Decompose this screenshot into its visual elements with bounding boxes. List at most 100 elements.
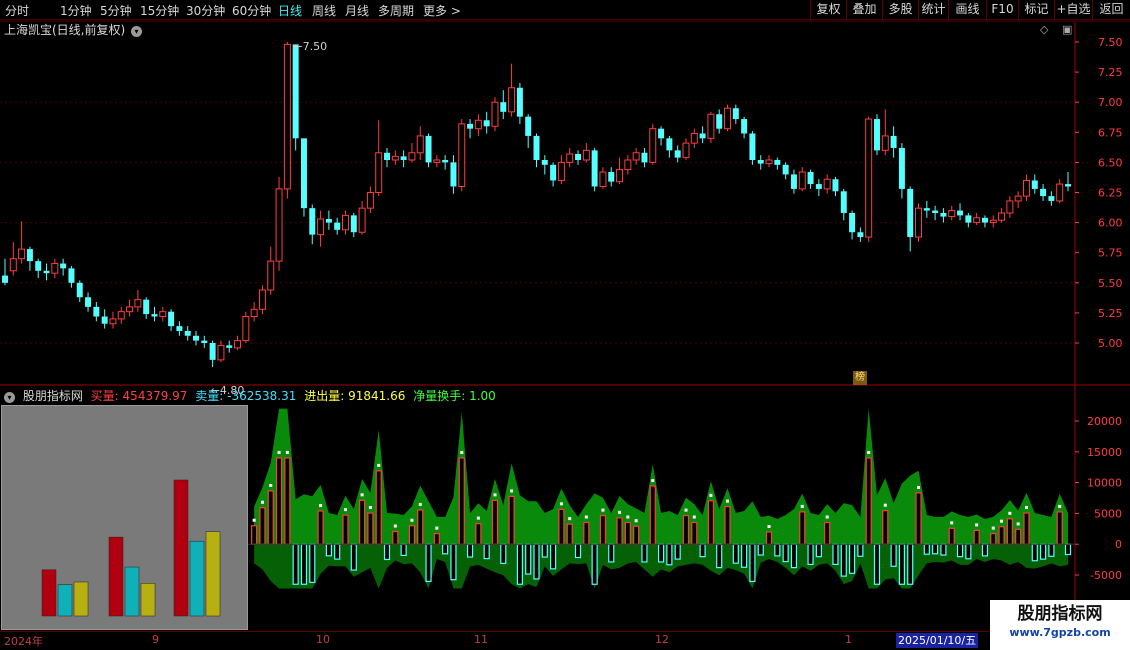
candle-body-down: [774, 159, 781, 165]
net-dot: [883, 503, 887, 507]
candle-body-down: [1040, 188, 1047, 197]
candle-body-down: [384, 152, 391, 160]
date-label-oct: 10: [316, 633, 330, 646]
mini-bar-panel: [1, 405, 248, 630]
buy-volume-bar: [491, 499, 499, 545]
candle-body-up: [1006, 200, 1014, 214]
candle-body-up: [416, 135, 424, 154]
candle-body-up: [126, 306, 134, 313]
net-dot: [626, 515, 630, 519]
sell-volume-bar: [782, 543, 789, 563]
buy-volume-bar: [973, 529, 980, 545]
sell-volume-bar: [757, 543, 764, 556]
sell-volume-bar: [325, 543, 332, 557]
net-dot: [726, 499, 730, 503]
sell-volume-bar: [674, 543, 681, 560]
candle-body-up: [491, 101, 499, 127]
buy-volume-bar: [251, 525, 258, 545]
candle-body-down: [184, 330, 191, 336]
buy-volume-bar: [392, 530, 399, 545]
candle-body-up: [649, 128, 657, 163]
candle-body-down: [226, 345, 233, 348]
price-tick-label: 7.00: [1098, 96, 1123, 109]
indicator-tick-label: 15000: [1087, 446, 1122, 459]
candle-body-down: [890, 135, 897, 148]
candle-body-down: [807, 172, 814, 185]
buy-volume-bar: [824, 521, 831, 545]
sell-volume-bar: [425, 543, 432, 583]
indicator-title-row: ▾ 股朋指标网 买量: 454379.97 卖量: -362538.31 进出量…: [4, 387, 500, 404]
chevron-down-icon[interactable]: ▾: [4, 392, 15, 403]
price-tick-label: 6.50: [1098, 156, 1123, 169]
candle-body-down: [741, 119, 748, 134]
candle-body-down: [757, 159, 764, 164]
candle-body-down: [193, 335, 199, 341]
net-dot: [634, 519, 638, 523]
buy-volume-bar: [998, 526, 1005, 545]
net-dot: [568, 517, 572, 521]
candle-body-up: [707, 113, 715, 139]
buy-volume-bar: [616, 517, 623, 545]
price-tick-label: 7.50: [1098, 36, 1123, 49]
buy-volume-bar: [599, 515, 607, 545]
net-dot: [360, 493, 364, 497]
candle-body-up: [765, 159, 773, 165]
sell-volume-bar: [1039, 543, 1047, 560]
indicator-tick-label: -5000: [1090, 569, 1122, 582]
sell-volume-bar: [873, 543, 881, 585]
sell-volume-bar: [774, 543, 781, 557]
buy-volume-bar: [682, 515, 690, 545]
date-label-2024: 2024年: [4, 635, 43, 648]
candle-body-up: [582, 149, 590, 161]
indicator-tick-label: 5000: [1094, 507, 1122, 520]
sell-volume-bar: [466, 543, 474, 558]
candle-body-down: [68, 268, 75, 283]
buy-volume-bar: [433, 533, 440, 545]
sell-volume-bar: [716, 543, 723, 569]
sell-volume-bar: [907, 543, 914, 585]
candle-body-down: [716, 114, 723, 129]
sell-volume-bar: [309, 543, 316, 583]
candle-body-down: [666, 138, 673, 151]
candle-body-up: [948, 210, 956, 218]
candle-body-up: [823, 178, 831, 190]
sell-volume-bar: [541, 543, 548, 558]
candle-body-down: [533, 135, 540, 160]
date-axis: 2024年 9 10 11 12 1 2025/01/10/五: [0, 631, 1130, 650]
turnover-value: 1.00: [469, 389, 496, 403]
date-cursor-label: 2025/01/10/五: [896, 633, 979, 648]
net-dot: [917, 485, 921, 489]
sell-volume-bar: [1064, 543, 1072, 556]
buy-volume-bar: [566, 523, 573, 545]
candle-body-down: [674, 150, 681, 158]
candle-body-up: [474, 119, 482, 130]
candle-body-up: [242, 316, 250, 342]
mini-bar: [57, 584, 73, 617]
candle-body-down: [143, 299, 150, 315]
sell-volume-bar: [807, 543, 814, 566]
candle-body-down: [26, 249, 33, 262]
candle-body-down: [832, 179, 839, 192]
candle-body-up: [682, 142, 690, 159]
watermark-title: 股朋指标网: [1017, 604, 1103, 624]
buy-volume-bar: [259, 507, 266, 545]
candle-body-up: [408, 152, 416, 161]
buy-volume-bar: [458, 457, 465, 545]
indicator-tick-label: 0: [1115, 538, 1122, 551]
price-tick-label: 7.25: [1098, 66, 1123, 79]
candle-body-down: [467, 123, 474, 129]
candle-body-down: [350, 215, 357, 233]
mini-bar: [41, 569, 57, 617]
buy-volume-bar: [367, 512, 374, 545]
candle-body-up: [508, 87, 516, 113]
net-dot: [601, 508, 605, 512]
price-tick-label: 6.25: [1098, 187, 1123, 200]
net-dot: [1058, 504, 1062, 508]
price-tick-label: 5.00: [1098, 337, 1123, 350]
ranking-badge[interactable]: 榜: [853, 371, 867, 385]
sell-volume-bar: [550, 543, 557, 570]
candle-body-up: [557, 161, 565, 181]
net-dot: [950, 521, 954, 525]
buy-volume-bar: [799, 511, 806, 545]
candle-body-down: [981, 217, 988, 223]
